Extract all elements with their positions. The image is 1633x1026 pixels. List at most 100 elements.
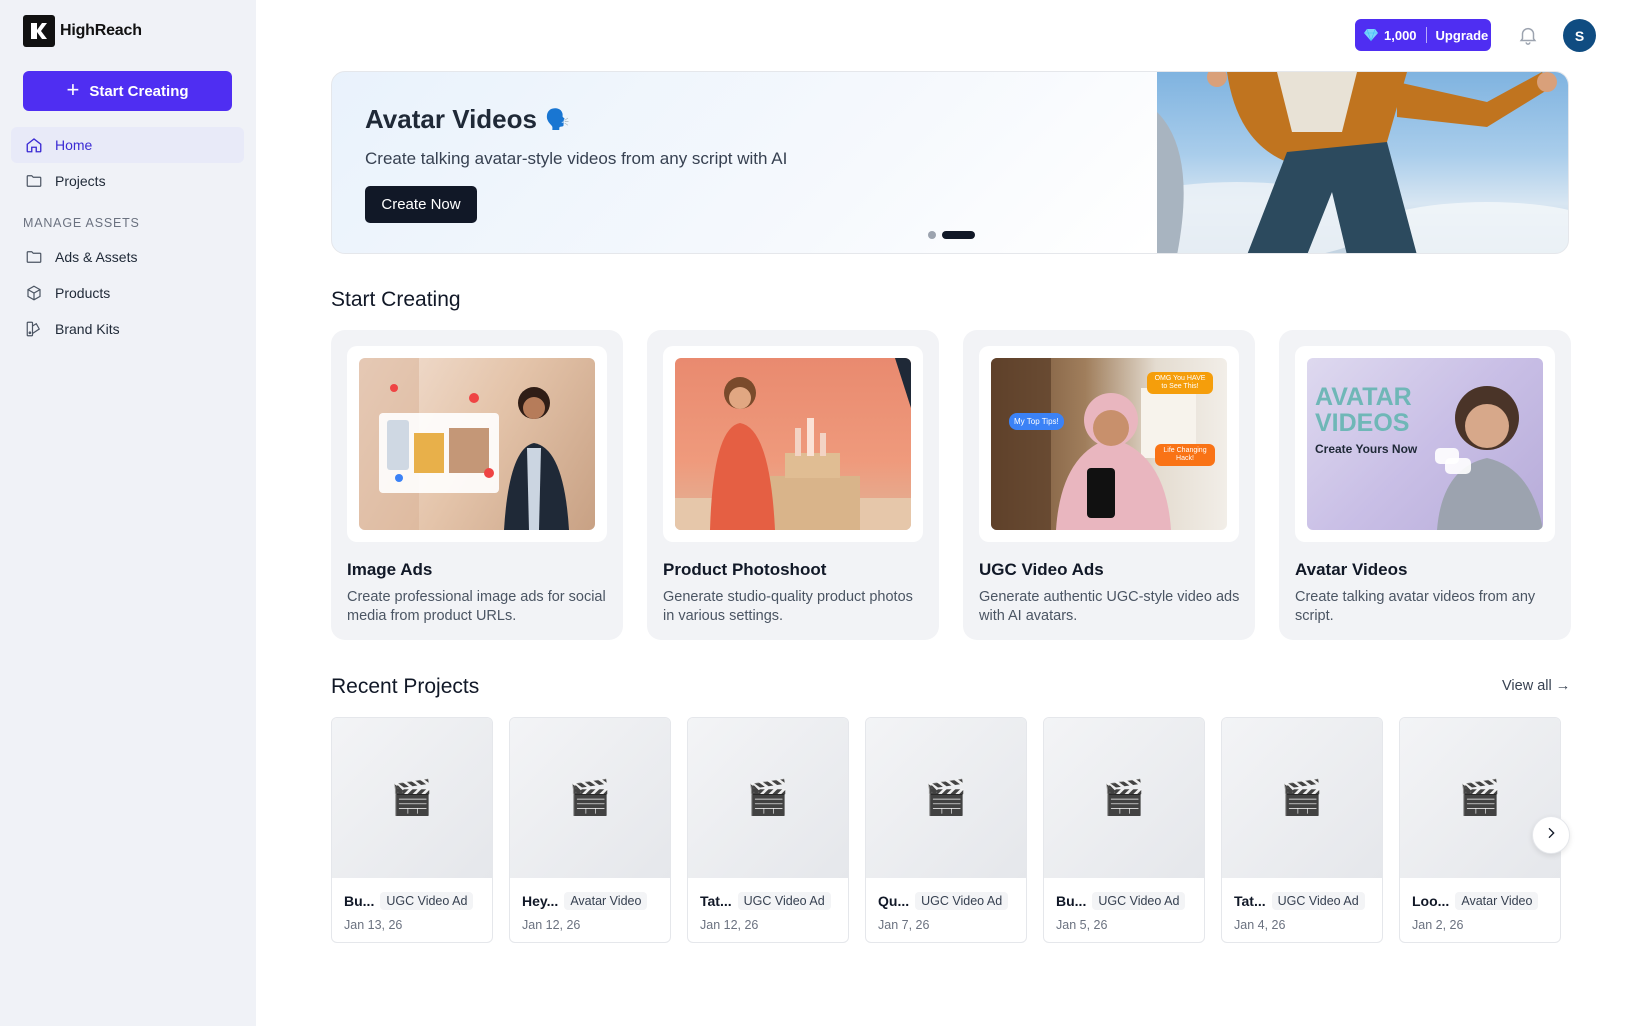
sidebar-item-label: Products [55,285,111,301]
main-nav: Home Projects [11,127,244,199]
card-title: Product Photoshoot [663,560,827,579]
project-type-badge: UGC Video Ad [737,892,831,910]
hero-banner: Avatar Videos 🗣️ Create talking avatar-s… [331,71,1569,254]
sidebar-item-products[interactable]: Products [11,275,244,311]
box-icon [24,284,43,303]
project-name: Loo... [1412,893,1450,909]
hero-title-text: Avatar Videos [365,104,537,134]
project-type-badge: Avatar Video [1455,892,1539,910]
ugc-video-ads-preview: My Top Tips! OMG You HAVE to See This! L… [991,358,1227,530]
upgrade-label: Upgrade [1435,27,1489,43]
project-type-badge: UGC Video Ad [380,892,474,910]
carousel-dot[interactable] [928,231,936,239]
card-description: Generate studio-quality product photos i… [663,589,913,624]
recent-projects-heading: Recent Projects [331,675,480,698]
user-avatar[interactable]: S [1563,19,1596,52]
card-title: Avatar Videos [1295,560,1408,579]
avatar-overlay-title: AVATAR VIDEOS [1315,383,1412,437]
card-thumbnail: My Top Tips! OMG You HAVE to See This! L… [979,346,1239,542]
feature-card-avatar-videos[interactable]: AVATAR VIDEOS Create Yours Now Avatar Vi… [1279,330,1571,640]
card-thumbnail: AVATAR VIDEOS Create Yours Now [1295,346,1555,542]
project-date: Jan 5, 26 [1056,918,1108,932]
clapperboard-icon: 🎬 [866,718,1026,878]
project-name: Hey... [522,893,559,909]
project-type-badge: UGC Video Ad [1271,892,1365,910]
sidebar-item-label: Brand Kits [55,321,120,337]
project-name: Tat... [1234,893,1266,909]
project-name: Bu... [344,893,375,909]
clapperboard-icon: 🎬 [1400,718,1560,878]
project-date: Jan 13, 26 [344,918,403,932]
start-creating-button[interactable]: + Start Creating [23,71,232,111]
view-all-link[interactable]: View all → [1502,678,1570,694]
clapperboard-icon: 🎬 [1222,718,1382,878]
project-date: Jan 2, 26 [1412,918,1464,932]
sidebar-item-projects[interactable]: Projects [11,163,244,199]
project-card[interactable]: 🎬 Bu... UGC Video Ad Jan 13, 26 [331,717,493,943]
assets-nav: Ads & Assets Products Brand Kits [11,239,244,347]
clapperboard-icon: 🎬 [510,718,670,878]
card-description: Create talking avatar videos from any sc… [1295,589,1536,624]
divider [1425,27,1427,43]
speech-bubble: OMG You HAVE to See This! [1147,372,1213,394]
home-icon [24,136,43,155]
card-title: UGC Video Ads [979,560,1104,579]
project-card[interactable]: 🎬 Tat... UGC Video Ad Jan 12, 26 [687,717,849,943]
brand-logo-icon [23,15,55,47]
palette-icon [24,320,43,339]
credits-upgrade-button[interactable]: 1,000 Upgrade [1355,19,1491,51]
project-name: Qu... [878,893,910,909]
project-name: Bu... [1056,893,1087,909]
project-card[interactable]: 🎬 Hey... Avatar Video Jan 12, 26 [509,717,671,943]
recent-projects-list: 🎬 Bu... UGC Video Ad Jan 13, 26 🎬 Hey... A… [331,717,1561,943]
sidebar-item-label: Projects [55,173,106,189]
speech-bubble: Life Changing Hack! [1155,444,1215,466]
card-title: Image Ads [347,560,433,579]
sidebar-item-brand-kits[interactable]: Brand Kits [11,311,244,347]
avatar-videos-preview: AVATAR VIDEOS Create Yours Now [1307,358,1543,530]
project-date: Jan 4, 26 [1234,918,1286,932]
hero-subtitle: Create talking avatar-style videos from … [365,149,788,168]
project-type-badge: Avatar Video [564,892,648,910]
folder-icon [24,248,43,267]
start-creating-label: Start Creating [89,82,189,100]
brand-name: HighReach [60,22,142,39]
project-date: Jan 7, 26 [878,918,930,932]
chevron-right-icon [1543,825,1559,846]
feature-card-image-ads[interactable]: Image Ads Create professional image ads … [331,330,623,640]
clapperboard-icon: 🎬 [1044,718,1204,878]
hero-title: Avatar Videos 🗣️ [365,104,570,135]
feature-card-product-photoshoot[interactable]: Product Photoshoot Generate studio-quali… [647,330,939,640]
section-label-manage-assets: MANAGE ASSETS [23,216,140,230]
sidebar-item-ads-assets[interactable]: Ads & Assets [11,239,244,275]
folder-icon [24,172,43,191]
product-photoshoot-preview [675,358,911,530]
project-card[interactable]: 🎬 Tat... UGC Video Ad Jan 4, 26 [1221,717,1383,943]
image-ads-preview [359,358,595,530]
card-thumbnail [347,346,607,542]
sidebar-item-home[interactable]: Home [11,127,244,163]
project-card[interactable]: 🎬 Qu... UGC Video Ad Jan 7, 26 [865,717,1027,943]
feature-card-ugc-video-ads[interactable]: My Top Tips! OMG You HAVE to See This! L… [963,330,1255,640]
feature-cards: Image Ads Create professional image ads … [331,330,1571,640]
carousel-dot-active[interactable] [942,231,975,239]
sidebar-item-label: Ads & Assets [55,249,138,265]
create-now-button[interactable]: Create Now [365,186,477,223]
next-arrow-button[interactable] [1532,816,1570,854]
project-type-badge: UGC Video Ad [915,892,1009,910]
plus-icon: + [66,77,80,102]
avatar-overlay-subtitle: Create Yours Now [1315,442,1418,456]
project-date: Jan 12, 26 [522,918,581,932]
diamond-icon [1364,28,1378,42]
card-description: Generate authentic UGC-style video ads w… [979,589,1240,624]
brand[interactable]: HighReach [23,15,142,47]
sidebar: HighReach + Start Creating Home Projects… [0,0,256,1026]
clapperboard-icon: 🎬 [332,718,492,878]
card-thumbnail [663,346,923,542]
start-creating-heading: Start Creating [331,288,461,311]
project-card[interactable]: 🎬 Bu... UGC Video Ad Jan 5, 26 [1043,717,1205,943]
project-type-badge: UGC Video Ad [1092,892,1186,910]
speech-bubble: My Top Tips! [1009,413,1064,430]
hero-image [1157,72,1568,253]
bell-icon[interactable] [1517,24,1539,46]
